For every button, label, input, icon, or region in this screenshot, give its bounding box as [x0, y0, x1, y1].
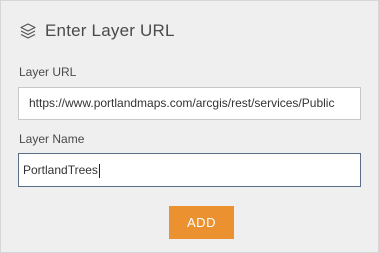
enter-layer-url-panel: Enter Layer URL Layer URL https://www.po… [0, 0, 379, 253]
layer-name-label: Layer Name [19, 132, 85, 146]
layers-icon [19, 22, 37, 40]
layer-url-label: Layer URL [19, 65, 77, 79]
text-caret [98, 163, 100, 178]
add-button[interactable]: ADD [169, 206, 234, 239]
panel-title: Enter Layer URL [45, 21, 175, 40]
layer-url-value: https://www.portlandmaps.com/arcgis/rest… [29, 96, 335, 110]
layer-name-value: PortlandTrees [23, 163, 98, 177]
layer-url-input[interactable]: https://www.portlandmaps.com/arcgis/rest… [18, 87, 361, 120]
panel-header: Enter Layer URL [19, 19, 175, 43]
layer-name-input[interactable]: PortlandTrees [18, 153, 361, 187]
